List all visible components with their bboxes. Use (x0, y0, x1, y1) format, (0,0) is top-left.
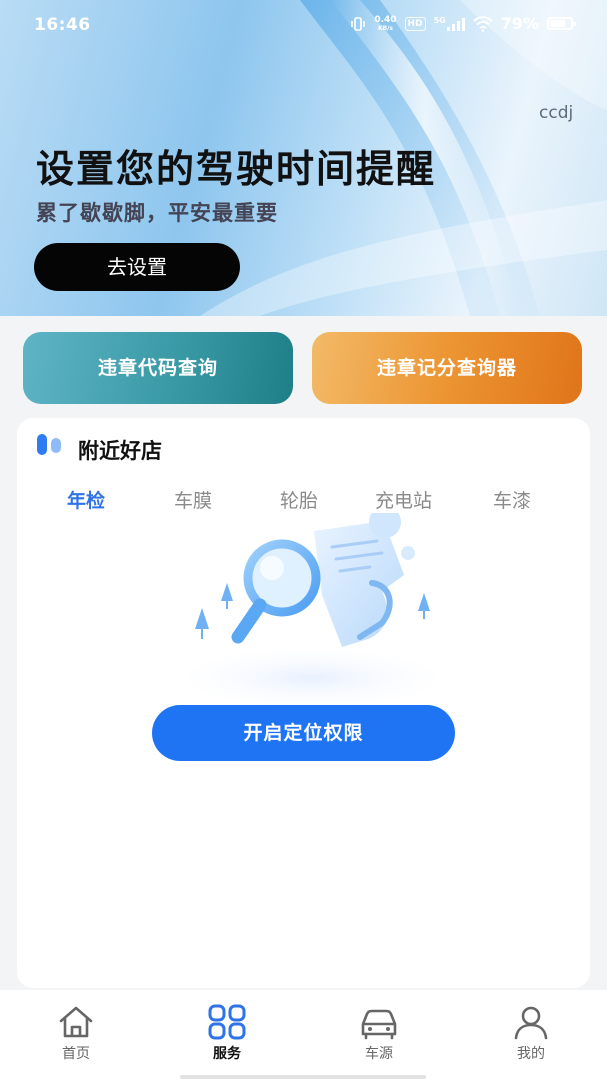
nav-item-services[interactable]: 服务 (177, 1004, 277, 1063)
nearby-shops-card: 附近好店 年检 车膜 轮胎 充电站 车漆 开启定位权限 (17, 418, 590, 988)
violation-points-query-button[interactable]: 违章记分查询器 (312, 332, 582, 404)
tab-car-film[interactable]: 车膜 (174, 486, 212, 513)
bottom-navigation: 首页 服务 车源 我的 (0, 990, 607, 1080)
section-title: 附近好店 (78, 439, 162, 463)
nav-label-home: 首页 (62, 1046, 90, 1062)
nav-label-mine: 我的 (517, 1046, 545, 1062)
net-speed: 0.40 KB/s (374, 14, 397, 32)
wifi-icon (472, 15, 493, 32)
tab-car-paint[interactable]: 车漆 (493, 486, 531, 513)
nav-item-car-source[interactable]: 车源 (329, 1004, 429, 1063)
network-type: 5G (433, 15, 446, 25)
home-icon (59, 1006, 93, 1038)
banner-watermark: ccdj (539, 103, 574, 123)
section-marker-icon (37, 434, 65, 456)
nav-item-mine[interactable]: 我的 (481, 1004, 581, 1063)
car-icon (361, 1009, 397, 1040)
go-settings-button[interactable]: 去设置 (34, 243, 240, 291)
tab-tires[interactable]: 轮胎 (280, 486, 318, 513)
battery-icon (547, 17, 576, 30)
battery-percent: 79% (500, 14, 539, 33)
tab-annual-inspection[interactable]: 年检 (67, 486, 105, 513)
net-speed-value: 0.40 (374, 14, 397, 25)
nav-label-car-source: 车源 (365, 1046, 393, 1062)
search-document-illustration (182, 513, 442, 708)
tab-charging-station[interactable]: 充电站 (375, 486, 432, 513)
nav-item-home[interactable]: 首页 (26, 1004, 126, 1063)
nav-label-services: 服务 (213, 1046, 241, 1062)
status-time: 16:46 (34, 15, 91, 35)
status-icons: 0.40 KB/s HD 5G 79% (350, 14, 576, 33)
enable-location-button[interactable]: 开启定位权限 (152, 705, 455, 761)
home-indicator[interactable] (180, 1075, 426, 1079)
grid-icon (208, 1004, 246, 1040)
top-banner[interactable]: 16:46 0.40 KB/s HD 5G 79% ccdj 设置您的驾驶时间提… (0, 0, 607, 316)
violation-code-query-button[interactable]: 违章代码查询 (23, 332, 293, 404)
status-bar: 16:46 0.40 KB/s HD 5G 79% (0, 0, 607, 52)
user-icon (514, 1006, 548, 1040)
signal-icon: 5G (433, 15, 465, 31)
banner-title: 设置您的驾驶时间提醒 (36, 147, 437, 191)
vibrate-icon (351, 16, 366, 31)
net-speed-unit: KB/s (377, 24, 393, 32)
hd-badge: HD (404, 16, 426, 31)
banner-subtitle: 累了歇歇脚，平安最重要 (36, 201, 278, 225)
shop-category-tabs: 年检 车膜 轮胎 充电站 车漆 (17, 486, 590, 516)
